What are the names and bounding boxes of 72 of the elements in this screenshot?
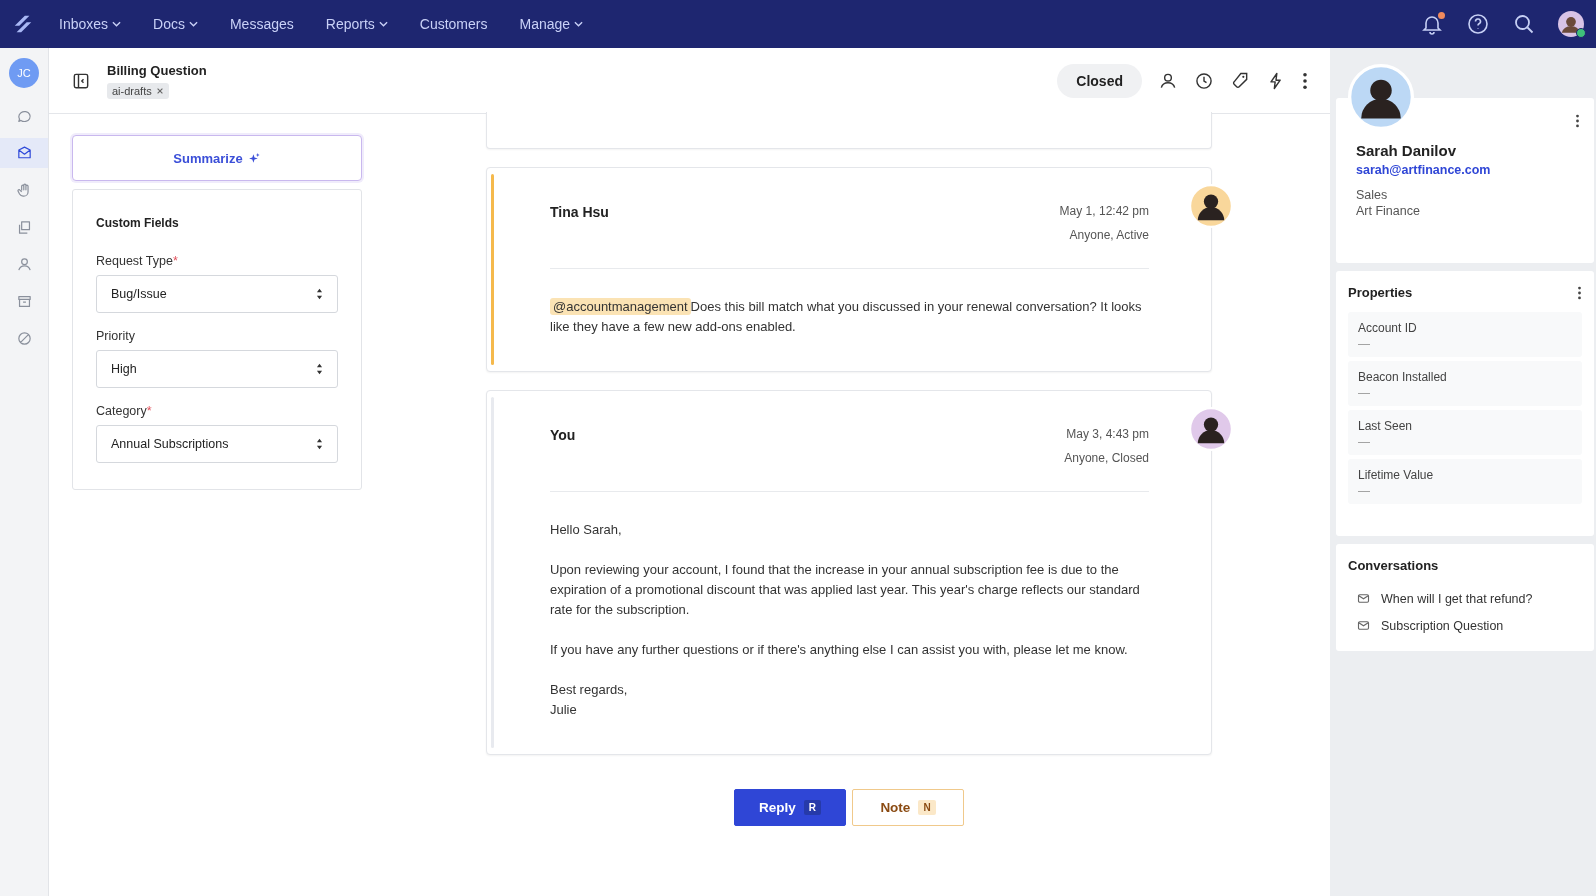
sparkle-icon — [247, 151, 261, 165]
message-text: If you have any further questions or if there's anything else I can assist you with, please let me know. — [550, 641, 1129, 659]
reply-button[interactable]: Reply R — [734, 789, 846, 826]
property-value: — — [1358, 485, 1371, 497]
customer-name: Sarah Danilov — [1356, 142, 1458, 159]
nav-menu-item[interactable]: Manage — [519, 16, 584, 32]
field-label: Category* — [96, 404, 153, 418]
sort-arrows-icon — [316, 438, 323, 450]
message-time: May 1, 12:42 pm — [1059, 204, 1149, 218]
sort-arrows-icon — [316, 288, 323, 300]
dropdown-field[interactable]: Bug/Issue — [96, 275, 338, 313]
logo-icon[interactable] — [12, 13, 34, 35]
nav-menu-item[interactable]: Messages — [229, 16, 294, 32]
message-time: May 3, 4:43 pm — [1065, 427, 1149, 441]
envelope-icon — [1356, 591, 1371, 606]
property-value: — — [1358, 387, 1371, 399]
person-icon — [15, 255, 33, 273]
property-label: Account ID — [1358, 321, 1418, 335]
more-options-icon[interactable] — [1577, 285, 1582, 300]
sidebar-nav-item[interactable] — [0, 138, 48, 168]
property-value: — — [1358, 338, 1371, 350]
customer-email-link[interactable]: sarah@artfinance.com — [1356, 163, 1574, 177]
customer-company: Art Finance — [1356, 203, 1421, 219]
summarize-button[interactable]: Summarize — [72, 135, 362, 181]
customer-role: Sales — [1356, 187, 1389, 203]
section-title: Properties — [1348, 285, 1413, 300]
message-status: Anyone, Active — [1068, 228, 1149, 242]
clock-icon[interactable] — [1194, 70, 1214, 91]
remove-tag-icon[interactable] — [155, 86, 164, 95]
conversation-title: Billing Question — [107, 62, 207, 78]
dropdown-field[interactable]: High — [96, 350, 338, 388]
section-title: Conversations — [1348, 558, 1439, 573]
message-text: Hello Sarah, — [550, 521, 623, 539]
help-icon[interactable] — [1466, 12, 1490, 36]
property-value: — — [1358, 436, 1371, 448]
field-label: Priority — [96, 329, 136, 343]
tag-chip[interactable]: ai-drafts — [107, 82, 169, 99]
chevron-down-icon — [188, 21, 198, 27]
section-title: Custom Fields — [96, 216, 180, 230]
message-text: Best regards, — [550, 681, 629, 699]
sort-arrows-icon — [316, 363, 323, 375]
nav-menu-item[interactable]: Customers — [419, 16, 488, 32]
property-label: Beacon Installed — [1358, 370, 1448, 384]
tag-icon[interactable] — [1230, 70, 1250, 91]
chevron-down-icon — [378, 21, 388, 27]
chevron-down-icon — [574, 21, 584, 27]
nav-menu-item[interactable]: Docs — [153, 16, 198, 32]
author-name: Tina Hsu — [550, 204, 609, 222]
field-label: Request Type* — [96, 254, 179, 268]
dropdown-field[interactable]: Annual Subscriptions — [96, 425, 338, 463]
block-icon — [15, 329, 33, 347]
nav-menu-item[interactable]: Reports — [325, 16, 388, 32]
status-button[interactable]: Closed — [1057, 63, 1142, 98]
nav-menu-item[interactable]: Inboxes — [59, 16, 122, 32]
message-status: Anyone, Closed — [1064, 451, 1149, 465]
message-text: Upon reviewing your account, I found that the increase in your annual subscription fee is due to the expiration of a promotional discount that was applied last year. This year's charge reflects our standard rate for the subscription. — [550, 561, 1141, 619]
conversation-link[interactable]: Subscription Question — [1348, 612, 1582, 639]
message-text: @accountmanagement Does this bill match what you discussed in your renewal conversation? It looks like they have a few new add-ons enabled. — [550, 297, 1143, 336]
note-button[interactable]: Note N — [852, 789, 964, 826]
envelope-icon — [1356, 618, 1371, 633]
property-label: Lifetime Value — [1358, 468, 1435, 482]
shortcut-key: N — [918, 800, 936, 815]
user-avatar-icon[interactable] — [1558, 11, 1584, 37]
shortcut-key: R — [803, 800, 821, 815]
message-text: Julie — [550, 701, 578, 719]
property-label: Last Seen — [1358, 419, 1414, 433]
conversation-link[interactable]: When will I get that refund? — [1348, 585, 1582, 612]
more-options-icon[interactable] — [1575, 114, 1580, 128]
search-icon[interactable] — [1512, 12, 1536, 36]
author-name: You — [550, 427, 576, 445]
chevron-down-icon — [112, 21, 122, 27]
more-options-icon[interactable] — [1302, 71, 1308, 90]
